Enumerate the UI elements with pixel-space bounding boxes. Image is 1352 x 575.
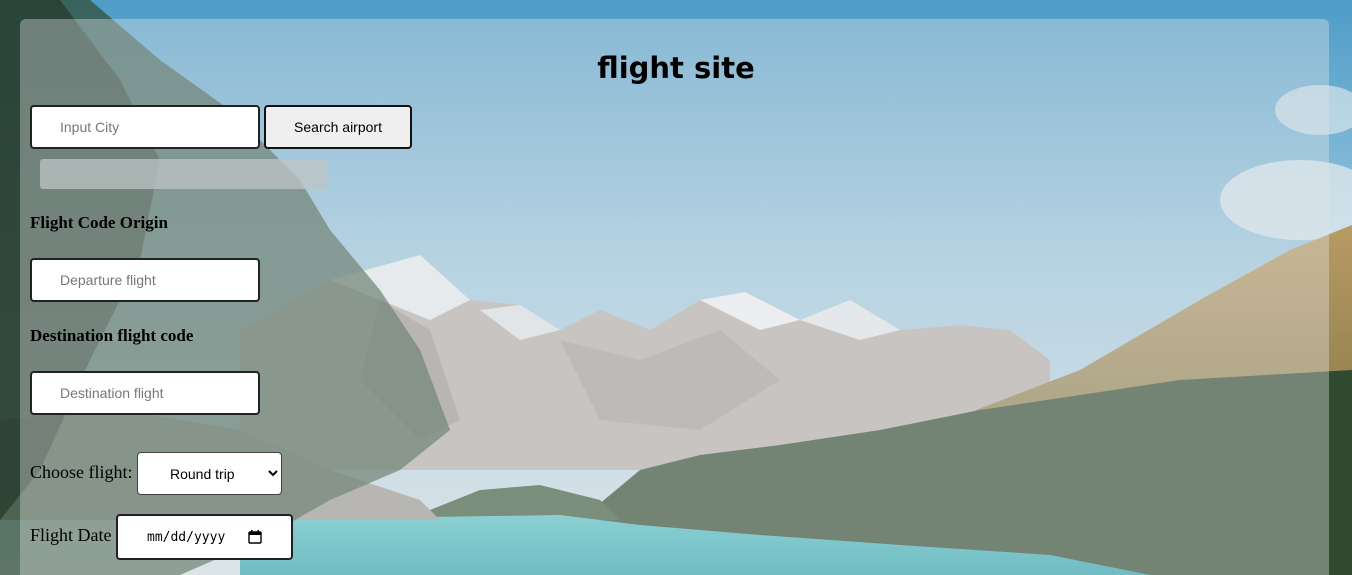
choose-flight-label: Choose flight: <box>30 462 133 482</box>
page-title: flight site <box>597 51 755 85</box>
flight-date-label: Flight Date <box>30 525 112 545</box>
flight-date-input[interactable]: mm/dd/yyyy <box>116 514 293 560</box>
destination-flight-input[interactable] <box>30 371 260 415</box>
destination-code-label: Destination flight code <box>30 326 194 345</box>
date-placeholder: mm/dd/yyyy <box>147 529 226 545</box>
airport-results-bar <box>40 159 328 189</box>
departure-flight-input[interactable] <box>30 258 260 302</box>
city-search-input[interactable] <box>30 105 260 149</box>
origin-code-label: Flight Code Origin <box>30 213 168 232</box>
search-airport-button[interactable]: Search airport <box>264 105 412 149</box>
calendar-icon[interactable] <box>248 530 262 544</box>
flight-type-select[interactable]: Round trip <box>137 452 282 495</box>
